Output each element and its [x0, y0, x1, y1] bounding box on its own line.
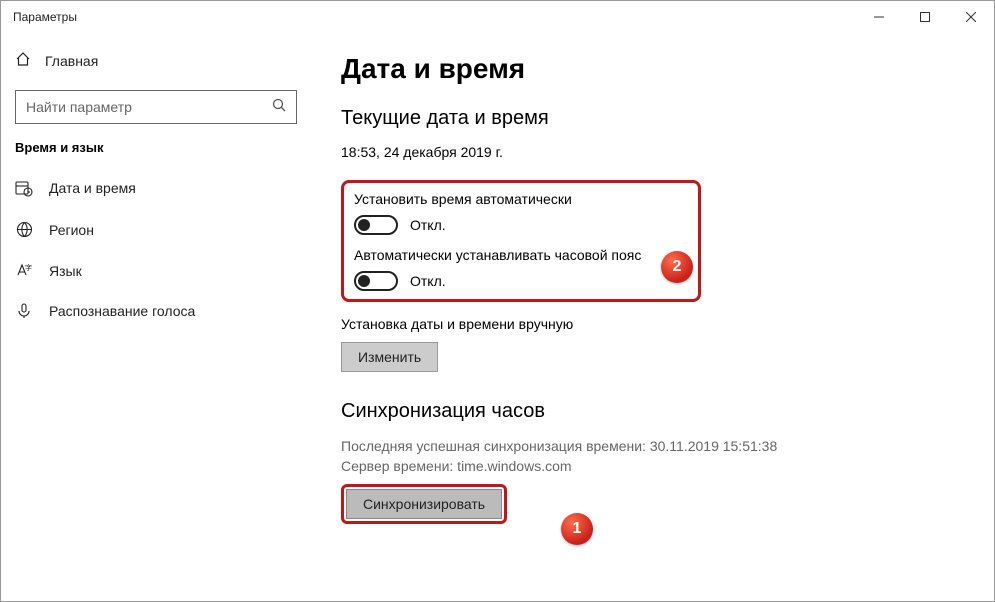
manual-datetime-label: Установка даты и времени вручную: [341, 316, 994, 332]
home-label: Главная: [45, 53, 98, 69]
change-button[interactable]: Изменить: [341, 342, 438, 372]
category-label: Время и язык: [1, 140, 311, 167]
nav-label: Распознавание голоса: [49, 303, 195, 319]
sync-heading: Синхронизация часов: [341, 400, 994, 423]
annotation-highlight-sync: Синхронизировать: [341, 484, 507, 524]
search-box[interactable]: [15, 90, 297, 124]
sync-info: Последняя успешная синхронизация времени…: [341, 437, 994, 476]
language-icon: 字: [15, 262, 33, 279]
nav-label: Язык: [49, 263, 82, 279]
nav-label: Дата и время: [49, 180, 136, 196]
auto-tz-label: Автоматически устанавливать часовой пояс: [354, 247, 688, 263]
home-link[interactable]: Главная: [1, 41, 311, 80]
minimize-button[interactable]: [856, 1, 902, 33]
close-button[interactable]: [948, 1, 994, 33]
search-input[interactable]: [26, 99, 272, 115]
nav-item-datetime[interactable]: Дата и время: [1, 167, 311, 209]
current-datetime-heading: Текущие дата и время: [341, 107, 994, 130]
window-controls: [856, 1, 994, 33]
auto-tz-toggle[interactable]: [354, 271, 398, 291]
home-icon: [15, 51, 31, 70]
sync-server: Сервер времени: time.windows.com: [341, 458, 572, 474]
page-title: Дата и время: [341, 53, 994, 85]
globe-icon: [15, 221, 33, 238]
auto-time-toggle[interactable]: [354, 215, 398, 235]
microphone-icon: [15, 303, 33, 319]
search-icon: [272, 98, 286, 117]
maximize-button[interactable]: [902, 1, 948, 33]
current-datetime-value: 18:53, 24 декабря 2019 г.: [341, 144, 994, 160]
nav-item-region[interactable]: Регион: [1, 209, 311, 250]
auto-time-state: Откл.: [410, 217, 446, 233]
svg-text:字: 字: [25, 263, 32, 272]
sync-button[interactable]: Синхронизировать: [346, 489, 502, 519]
sync-last-success: Последняя успешная синхронизация времени…: [341, 438, 777, 454]
calendar-clock-icon: [15, 179, 33, 197]
nav-item-speech[interactable]: Распознавание голоса: [1, 291, 311, 331]
auto-time-label: Установить время автоматически: [354, 191, 688, 207]
auto-tz-state: Откл.: [410, 273, 446, 289]
annotation-badge-1: 1: [561, 513, 593, 545]
window-title: Параметры: [13, 10, 77, 24]
annotation-highlight-box: Установить время автоматически Откл. Авт…: [341, 180, 701, 302]
content-area: Дата и время Текущие дата и время 18:53,…: [311, 33, 994, 601]
sidebar: Главная Время и язык Дата и время Ре: [1, 33, 311, 601]
nav-item-language[interactable]: 字 Язык: [1, 250, 311, 291]
annotation-badge-2: 2: [661, 251, 693, 283]
titlebar: Параметры: [1, 1, 994, 33]
nav-label: Регион: [49, 222, 94, 238]
